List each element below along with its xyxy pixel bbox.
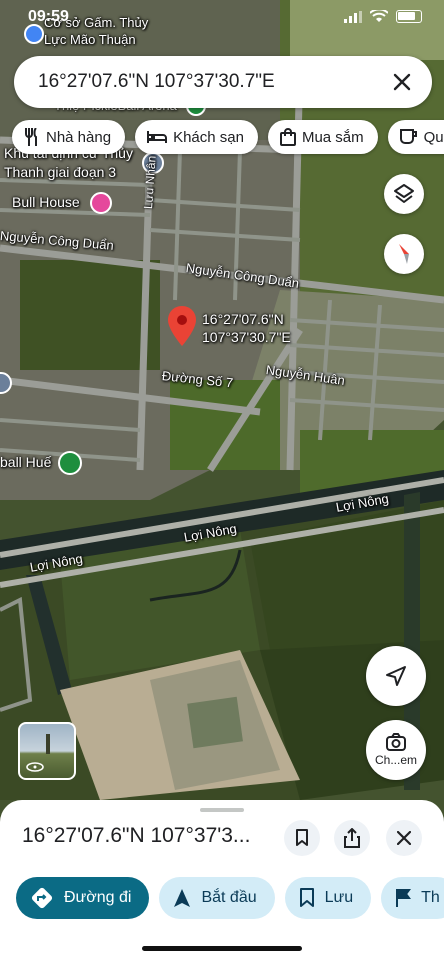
status-time: 09:59: [28, 8, 69, 25]
share-button[interactable]: [334, 820, 370, 856]
flag-icon: [396, 889, 412, 907]
chip-label: Khách sạn: [173, 128, 244, 146]
layers-icon: [394, 184, 414, 203]
save-bookmark-button[interactable]: [284, 820, 320, 856]
rotate-360-icon: [26, 762, 44, 772]
bookmark-icon: [299, 888, 314, 907]
chip-coffee[interactable]: Quá: [387, 120, 444, 154]
shopping-bag-icon: [279, 128, 296, 146]
chip-shopping[interactable]: Mua sắm: [267, 120, 378, 154]
layers-button[interactable]: [384, 174, 424, 214]
camera-search-button[interactable]: Ch...em: [366, 720, 426, 780]
poi-label-bull-house[interactable]: Bull House: [12, 194, 80, 210]
battery-icon: [396, 10, 422, 23]
start-label: Bắt đầu: [201, 889, 257, 906]
signal-icon: [344, 10, 362, 23]
close-icon[interactable]: [388, 68, 416, 96]
close-icon: [397, 831, 411, 845]
category-chips: Nhà hàng Khách sạn Mua sắm Quá: [12, 120, 444, 154]
sheet-drag-handle[interactable]: [200, 808, 244, 812]
search-bar[interactable]: 16°27'07.6"N 107°37'30.7"E: [14, 56, 432, 108]
camera-icon: [386, 733, 406, 751]
sheet-title: 16°27'07.6"N 107°37'3...: [22, 824, 251, 847]
label-label: Th: [421, 889, 440, 906]
action-buttons-row: Đường đi Bắt đầu Lưu Th: [16, 877, 444, 919]
save-button[interactable]: Lưu: [284, 877, 372, 919]
status-icons: [344, 10, 422, 23]
my-location-button[interactable]: [366, 646, 426, 706]
tree-icon: [46, 734, 50, 754]
directions-button[interactable]: Đường đi: [16, 877, 150, 919]
pin-coordinates-label: 16°27'07.6"N 107°37'30.7"E: [202, 311, 291, 345]
bookmark-icon: [296, 829, 308, 846]
navigation-arrow-icon: [386, 666, 406, 686]
navigation-arrow-icon: [174, 889, 191, 907]
start-button[interactable]: Bắt đầu: [159, 877, 275, 919]
chip-label: Mua sắm: [301, 128, 364, 146]
directions-label: Đường đi: [64, 889, 132, 906]
search-query[interactable]: 16°27'07.6"N 107°37'30.7"E: [38, 71, 388, 93]
place-bottom-sheet[interactable]: 16°27'07.6"N 107°37'3... Đường đi Bắt đầ…: [0, 800, 444, 960]
chip-label: Nhà hàng: [46, 128, 112, 146]
wifi-icon: [370, 10, 388, 22]
compass-button[interactable]: [384, 234, 424, 274]
poi-marker-blue[interactable]: [24, 24, 44, 44]
camera-button-label: Ch...em: [374, 753, 417, 767]
poi-marker-green-2[interactable]: [58, 451, 82, 475]
chip-hotels[interactable]: Khách sạn: [135, 120, 258, 154]
directions-icon: [31, 887, 53, 909]
home-indicator: [142, 946, 302, 951]
poi-label-ball-hue[interactable]: ball Huế: [0, 454, 51, 470]
hotel-icon: [147, 131, 168, 143]
street-view-thumbnail[interactable]: [18, 722, 76, 780]
share-icon: [344, 828, 360, 848]
compass-icon: [399, 244, 409, 264]
hotel-marker-icon[interactable]: [90, 192, 112, 214]
chip-restaurants[interactable]: Nhà hàng: [12, 120, 126, 154]
label-button[interactable]: Th: [381, 877, 444, 919]
coffee-icon: [399, 129, 417, 144]
close-sheet-button[interactable]: [386, 820, 422, 856]
save-label: Lưu: [324, 889, 354, 906]
restaurant-icon: [25, 128, 37, 146]
chip-label: Quá: [423, 128, 444, 146]
